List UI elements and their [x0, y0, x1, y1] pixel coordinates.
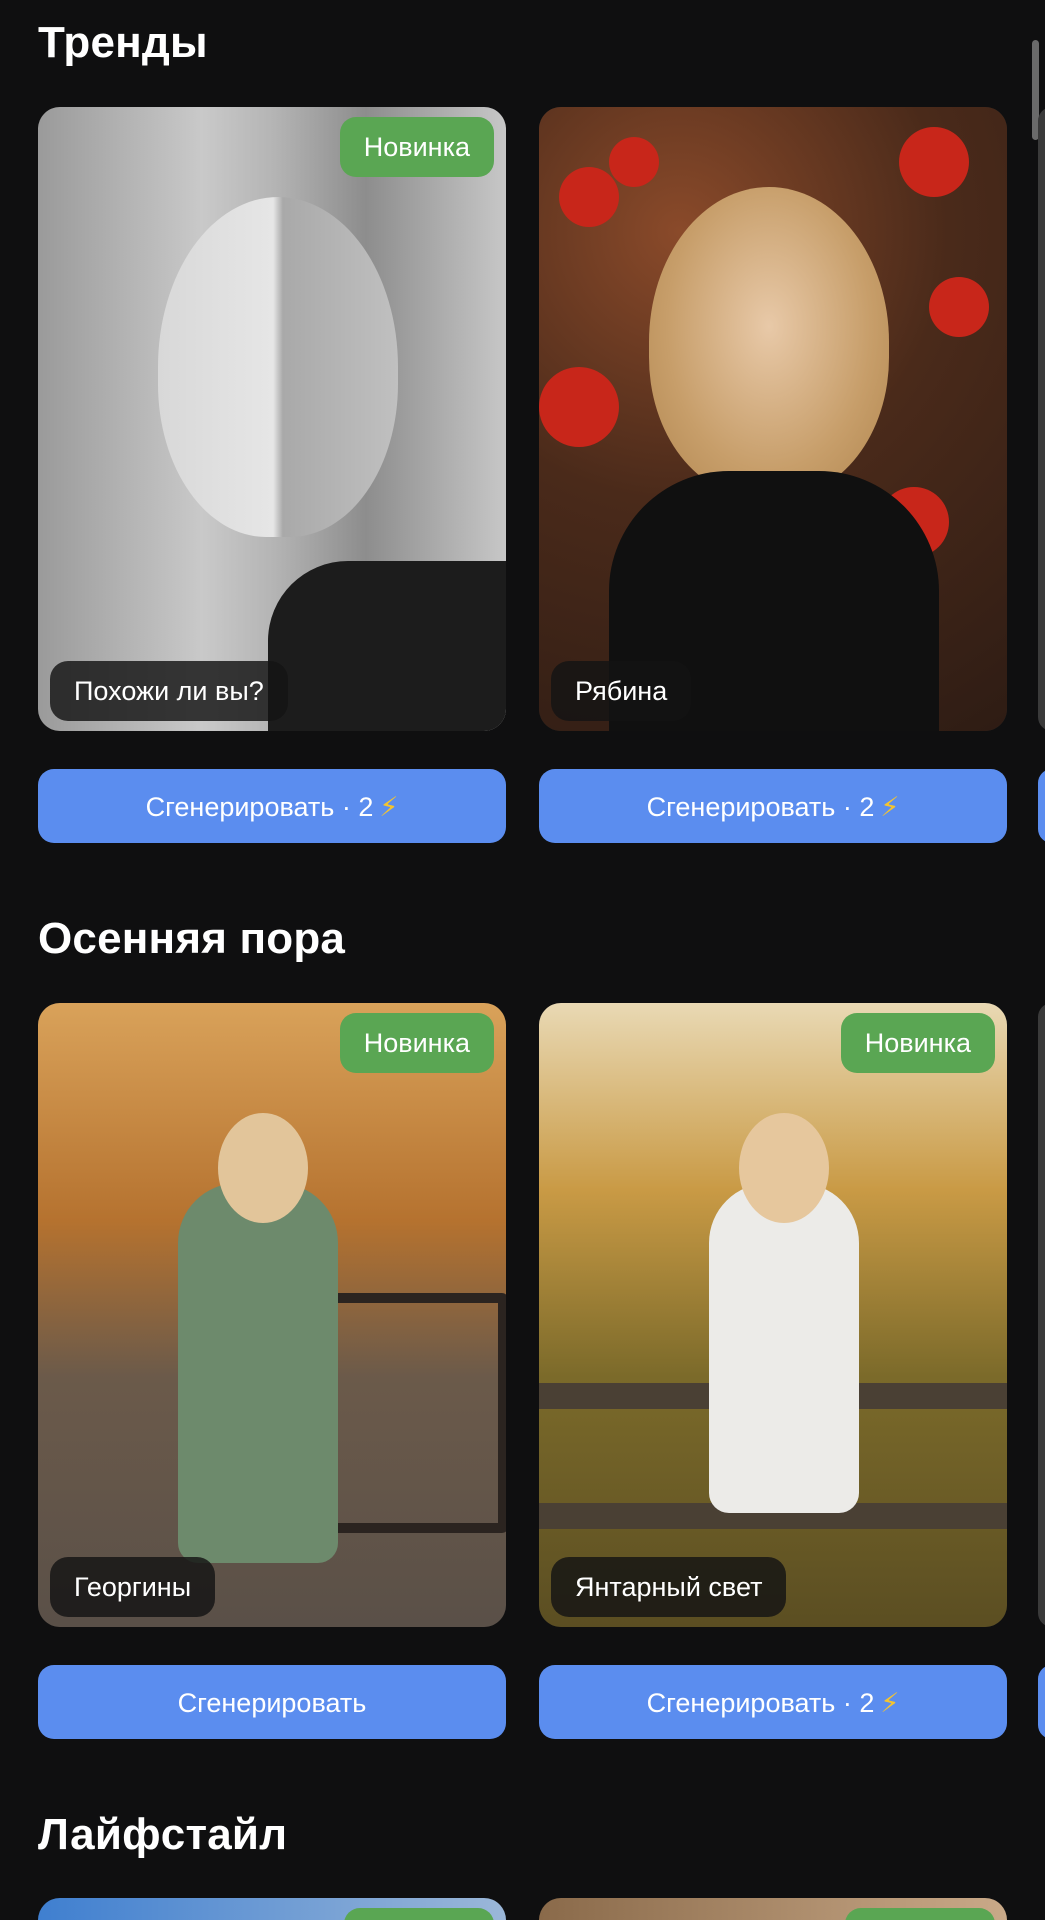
template-card-dahlias[interactable]: Новинка Георгины: [38, 1003, 506, 1627]
next-card-peek[interactable]: [1038, 1003, 1045, 1627]
generate-button[interactable]: Сгенерировать · 2 ⚡: [38, 769, 506, 843]
generate-button-label: Сгенерировать · 2: [646, 792, 875, 822]
template-card-lifestyle-1[interactable]: [38, 1898, 506, 1920]
bolt-icon: ⚡: [379, 792, 399, 822]
next-button-peek[interactable]: [1038, 1665, 1045, 1739]
template-photo: [38, 1003, 506, 1627]
template-label: Похожи ли вы?: [50, 661, 288, 721]
section-title-lifestyle: Лайфстайл: [38, 1810, 288, 1859]
template-label: Янтарный свет: [551, 1557, 787, 1617]
bolt-icon: ⚡: [880, 792, 900, 822]
generate-button-label: Сгенерировать: [177, 1688, 367, 1718]
templates-feed: Тренды Новинка Похожи ли вы? Сгенерирова…: [0, 0, 1045, 1920]
generate-button-label: Сгенерировать · 2: [145, 792, 374, 822]
generate-button[interactable]: Сгенерировать · 2 ⚡: [539, 1665, 1007, 1739]
generate-button-label: Сгенерировать · 2: [646, 1688, 875, 1718]
template-photo: [38, 107, 506, 731]
new-badge: [845, 1908, 995, 1920]
section-title-trends: Тренды: [38, 18, 208, 67]
generate-button[interactable]: Сгенерировать: [38, 1665, 506, 1739]
new-badge: Новинка: [840, 1013, 995, 1073]
template-label: Рябина: [551, 661, 692, 721]
new-badge: [344, 1908, 494, 1920]
template-card-lifestyle-2[interactable]: [539, 1898, 1007, 1920]
new-badge: Новинка: [339, 1013, 494, 1073]
template-card-rowan[interactable]: Рябина: [539, 107, 1007, 731]
template-photo: [539, 1003, 1007, 1627]
bolt-icon: ⚡: [880, 1688, 900, 1718]
template-label: Георгины: [50, 1557, 216, 1617]
next-card-peek[interactable]: [1038, 107, 1045, 731]
template-card-similar[interactable]: Новинка Похожи ли вы?: [38, 107, 506, 731]
generate-button[interactable]: Сгенерировать · 2 ⚡: [539, 769, 1007, 843]
new-badge: Новинка: [339, 117, 494, 177]
template-photo: [539, 107, 1007, 731]
next-button-peek[interactable]: [1038, 769, 1045, 843]
template-card-amber[interactable]: Новинка Янтарный свет: [539, 1003, 1007, 1627]
section-title-autumn: Осенняя пора: [38, 914, 346, 963]
